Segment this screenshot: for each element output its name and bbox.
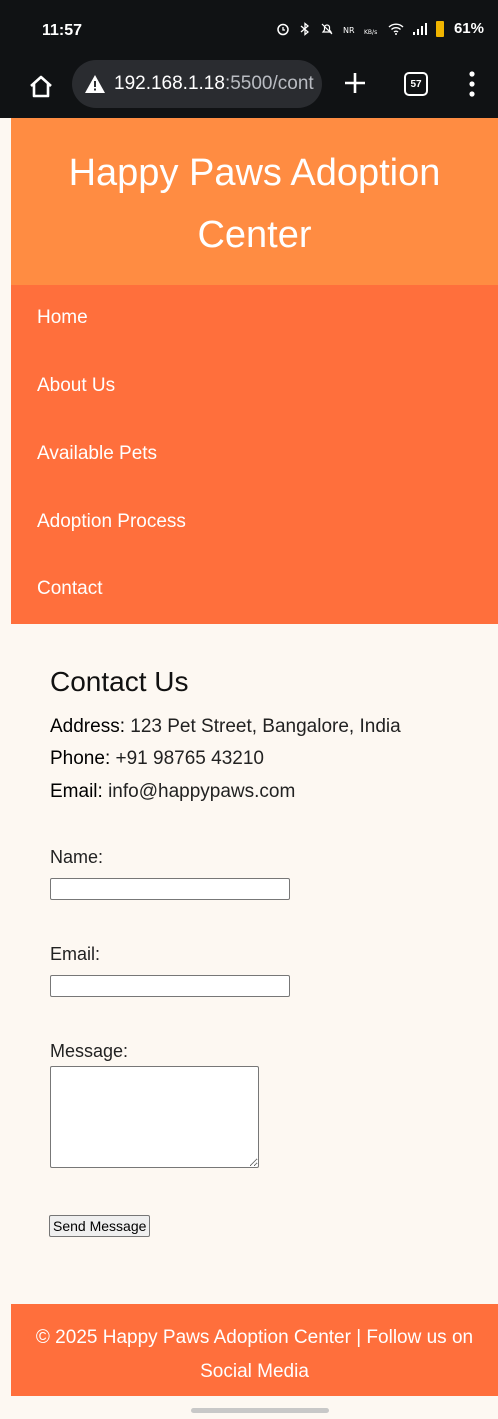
alarm-icon [277,23,289,35]
browser-toolbar: 192.168.1.18:5500/cont 57 [0,58,498,118]
network-icon: NR [343,26,355,35]
message-textarea[interactable] [50,1066,259,1168]
address-label: Address: [50,716,125,737]
site-footer: © 2025 Happy Paws Adoption Center | Foll… [11,1304,498,1396]
new-tab-icon[interactable] [340,68,370,98]
nav-item-home[interactable]: Home [37,307,88,329]
nav-item-available-pets[interactable]: Available Pets [37,443,157,465]
name-input[interactable] [50,878,290,900]
more-options-icon[interactable] [466,70,478,98]
wifi-icon [388,22,404,35]
email-label: Email: [50,781,103,802]
phone-value: +91 98765 43210 [115,748,264,769]
status-time: 11:57 [42,22,83,39]
bluetooth-icon [300,21,309,36]
contact-title: Contact Us [50,666,189,697]
site-header: Happy Paws Adoption Center [11,118,498,285]
status-bar: 11:57 NR KB/s 61% [0,0,498,58]
battery-percent: 61% [453,20,484,37]
gesture-bar[interactable] [191,1408,329,1413]
nav-item-adoption-process[interactable]: Adoption Process [37,511,186,533]
warning-icon[interactable] [84,73,106,95]
battery-icon [435,20,444,37]
tab-count: 57 [410,78,422,90]
email-field-label: Email: [50,944,101,964]
phone-label: Phone: [50,748,111,769]
address-line: Address: 123 Pet Street, Bangalore, Indi… [50,716,401,738]
data-speed-icon: KB/s [364,29,377,36]
mute-icon [321,23,333,34]
address-value: 123 Pet Street, Bangalore, India [130,716,401,737]
url-host: 192.168.1.18 [114,73,225,94]
nav-item-about-us[interactable]: About Us [37,375,115,397]
svg-text:NR: NR [343,26,355,35]
email-value: info@happypaws.com [108,781,296,802]
home-icon[interactable] [26,72,56,102]
email-input[interactable] [50,975,290,997]
status-icons: NR KB/s 61% [276,20,484,37]
tab-switcher-button[interactable]: 57 [404,72,428,96]
email-line: Email: info@happypaws.com [50,781,295,803]
message-field-label: Message: [50,1041,129,1061]
main-nav: Home About Us Available Pets Adoption Pr… [11,285,498,624]
site-title: Happy Paws Adoption Center [68,152,441,256]
phone-line: Phone: +91 98765 43210 [50,748,264,770]
footer-text: © 2025 Happy Paws Adoption Center | Foll… [35,1327,474,1382]
send-message-button[interactable]: Send Message [49,1215,151,1237]
nav-item-contact[interactable]: Contact [37,578,102,600]
url-path: :5500/cont [224,73,314,94]
address-bar[interactable]: 192.168.1.18:5500/cont [72,60,322,108]
signal-icon [412,22,427,35]
svg-text:KB/s: KB/s [364,29,377,36]
url-text[interactable]: 192.168.1.18:5500/cont [114,73,319,95]
name-field-label: Name: [50,847,104,867]
